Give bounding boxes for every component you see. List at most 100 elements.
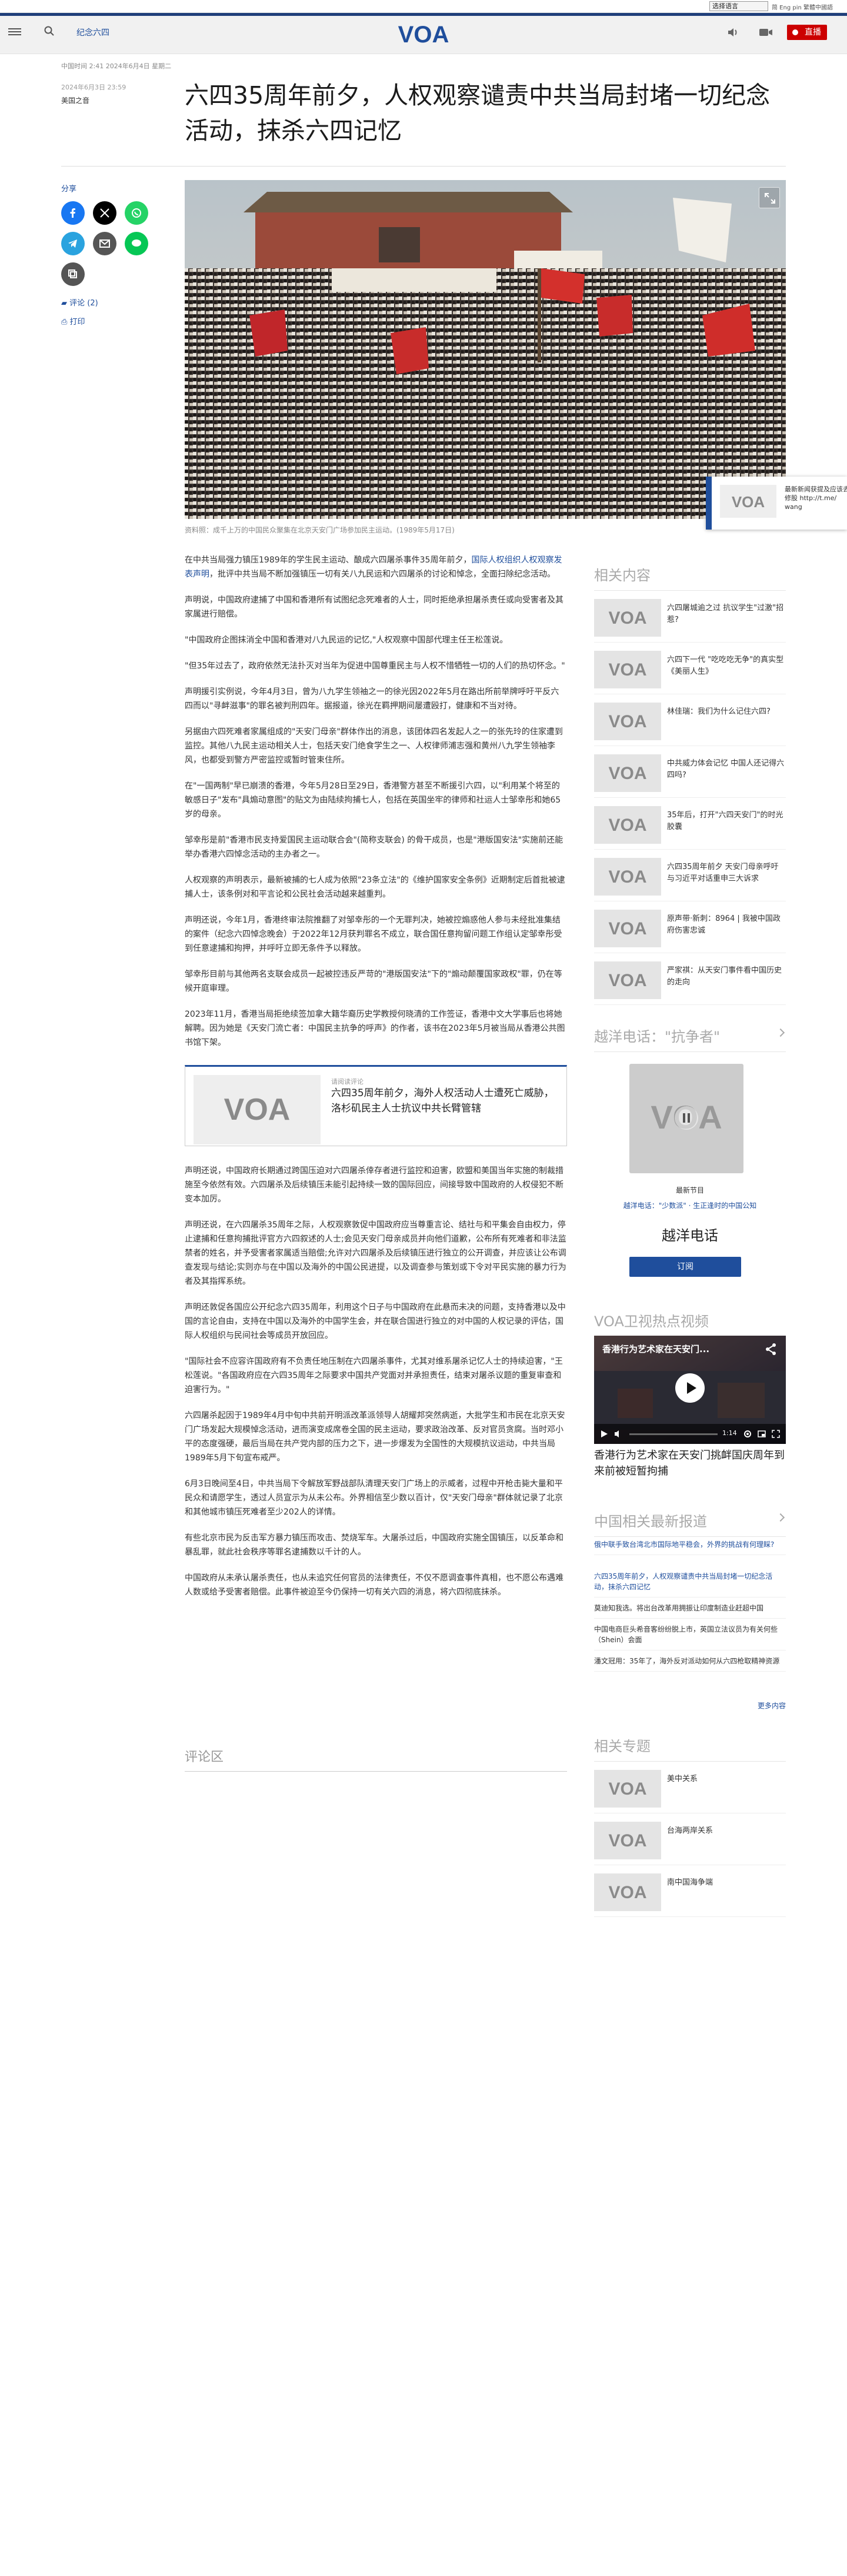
voa-logo[interactable]: VOA	[393, 21, 454, 47]
related-title[interactable]: 中共威力体会记忆 中国人还记得六四吗?	[667, 758, 785, 781]
related-title[interactable]: 林佳瑞：我们为什么记住六四?	[667, 706, 785, 718]
more-link[interactable]: 更多内容	[735, 1700, 786, 1710]
paragraph: "但35年过去了，政府依然无法扑灭对当年为促进中国尊重民主与人权不惜牺牲一切的人…	[185, 661, 565, 671]
voa-thumbnail: VOA	[594, 858, 661, 896]
comment-icon: ▰	[61, 299, 70, 308]
paragraph: 2023年11月，香港当局拒绝续签加拿大籍华裔历史学教授何晓清的工作签证，香港中…	[185, 1010, 565, 1047]
voa-thumbnail: VOA	[594, 910, 661, 947]
x-share-icon[interactable]	[93, 201, 116, 225]
print-link[interactable]: ⎙ 打印	[61, 315, 85, 327]
related-item[interactable]: VOA 六四35周年前夕 天安门母亲呼吁与习近平对话重申三大诉求	[594, 850, 786, 901]
language-links[interactable]: 简 Eng pin 繁體中國語	[772, 2, 833, 11]
china-news-section: 中国相关最新报道	[594, 1510, 786, 1537]
related-item[interactable]: VOA 中共威力体会记忆 中国人还记得六四吗?	[594, 746, 786, 798]
publish-date: 2024年6月3日 23:59	[61, 84, 126, 91]
paragraph: 声明还说，今年1月，香港终审法院推翻了对邹幸彤的一个无罪判决，她被控煽惑他人参与…	[185, 916, 562, 953]
email-share-icon[interactable]	[93, 232, 116, 255]
related-item[interactable]: VOA 严家祺：从天安门事件看中国历史的走向	[594, 953, 786, 1005]
related-title[interactable]: 35年后，打开"六四天安门"的时光胶囊	[667, 810, 785, 833]
program-heading[interactable]: 越洋电话："抗争者"	[594, 1025, 786, 1052]
related-item[interactable]: VOA 35年后，打开"六四天安门"的时光胶囊	[594, 798, 786, 850]
related-title[interactable]: 原声带·新刺：8964 | 我被中国政府伤害忠诚	[667, 913, 785, 937]
video-camera-icon[interactable]	[759, 28, 773, 37]
comments-label: 评论 (2)	[69, 299, 98, 308]
related-title[interactable]: 六四下一代 "吃吃吃无争"的真实型《美丽人生》	[667, 654, 785, 678]
china-news-heading-text: 中国相关最新报道	[594, 1513, 707, 1530]
topic-title[interactable]: 台海两岸关系	[667, 1825, 785, 1837]
print-label: 打印	[69, 318, 85, 327]
svg-text:VOA: VOA	[608, 1831, 646, 1851]
line-share-icon[interactable]	[125, 232, 148, 255]
news-item[interactable]: 中国电商巨头希音客纷纷脱上市，英国立法议员为有关何些（Shein）会面	[594, 1624, 786, 1650]
related-item[interactable]: VOA 六四屠城逾之过 抗议学生"过激"招惹?	[594, 591, 786, 643]
video-duration: 1:14	[722, 1429, 737, 1437]
program-heading-text: 越洋电话："抗争者"	[594, 1029, 721, 1045]
topic-item[interactable]: VOA 台海两岸关系	[594, 1813, 786, 1865]
topic-title[interactable]: 南中国海争端	[667, 1877, 785, 1889]
svg-text:VOA: VOA	[732, 493, 765, 511]
china-news-heading[interactable]: 中国相关最新报道	[594, 1510, 786, 1537]
embed-title[interactable]: 六四35周年前夕，海外人权活动人士遭死亡威胁，洛杉矶民主人士抗议中共长臂管辖	[331, 1086, 555, 1116]
audio-play-icon[interactable]	[675, 1106, 698, 1130]
video-overlay-title: 香港行为艺术家在天安门...	[602, 1344, 710, 1354]
hero-photo	[185, 180, 786, 519]
copy-link-icon[interactable]	[61, 262, 85, 286]
video-progress-track[interactable]	[629, 1433, 718, 1435]
divider	[61, 166, 786, 167]
comments-heading: 评论区	[185, 1746, 567, 1772]
related-item[interactable]: VOA 林佳瑞：我们为什么记住六四?	[594, 694, 786, 746]
related-section: 相关内容 VOA 六四屠城逾之过 抗议学生"过激"招惹? VOA 六四下一代 "吃吃…	[594, 564, 786, 1005]
video-play-icon[interactable]	[675, 1373, 705, 1403]
facebook-share-icon[interactable]	[61, 201, 85, 225]
topic-item[interactable]: VOA 美中关系	[594, 1762, 786, 1813]
svg-text:VOA: VOA	[608, 1779, 646, 1799]
news-item[interactable]: 潘文冠用：35年了，海外反对派动如何从六四枪取精神资源	[594, 1656, 786, 1672]
hamburger-menu-icon[interactable]	[8, 26, 21, 37]
header-accent	[0, 13, 847, 16]
related-title[interactable]: 六四屠城逾之过 抗议学生"过激"招惹?	[667, 603, 785, 626]
telegram-share-icon[interactable]	[61, 232, 85, 255]
author-label[interactable]: 美国之音	[61, 95, 89, 105]
news-item[interactable]: 莫迪知我选。将出台改革用拥振让印度制造业赶超中国	[594, 1603, 786, 1619]
voa-thumbnail: VOA	[594, 1770, 661, 1808]
chevron-right-icon	[776, 1028, 785, 1037]
language-select[interactable]: 选择语言	[709, 1, 768, 11]
embed-voa-thumbnail: VOA	[194, 1075, 321, 1144]
video-title[interactable]: 香港行为艺术家在天安门挑衅国庆周年到来前被短暂拘捕	[594, 1447, 786, 1479]
news-item[interactable]: 六四35周年前夕，人权观察谴责中共当局封堵一切纪念活动，抹杀六四记忆	[594, 1571, 786, 1597]
svg-text:VOA: VOA	[608, 971, 646, 990]
related-item[interactable]: VOA 原声带·新刺：8964 | 我被中国政府伤害忠诚	[594, 901, 786, 953]
news-item[interactable]: 俄中联手致台湾北市国际地平稳会，外界的挑战有何理睬?	[594, 1539, 786, 1555]
program-episode-link[interactable]: 越洋电话："少数派" · 生正逢时的中国公知	[594, 1200, 786, 1210]
volume-small-icon[interactable]	[614, 1430, 623, 1438]
related-article-embed[interactable]: VOA 请阅读评论 六四35周年前夕，海外人权活动人士遭死亡威胁，洛杉矶民主人士…	[185, 1065, 567, 1146]
live-button[interactable]: 直播	[787, 25, 827, 40]
topic-item[interactable]: VOA 南中国海争端	[594, 1865, 786, 1917]
topic-title[interactable]: 美中关系	[667, 1773, 785, 1785]
related-title[interactable]: 严家祺：从天安门事件看中国历史的走向	[667, 965, 785, 989]
paragraph: 邹幸彤目前与其他两名支联会成员一起被控违反严苛的"港版国安法"下的"煽动颠覆国家…	[185, 970, 562, 993]
china-time: 中国时间 2:41 2024年6月4日 星期二	[61, 62, 172, 70]
video-share-icon[interactable]	[765, 1343, 778, 1356]
comments-link[interactable]: ▰ 评论 (2)	[61, 297, 98, 308]
paragraph: 另据由六四死难者家属组成的"天安门母亲"群体作出的消息，该团体四名发起人之一的张…	[185, 727, 563, 765]
subscribe-button[interactable]: 订阅	[629, 1257, 741, 1277]
pip-icon[interactable]	[758, 1430, 766, 1438]
related-item[interactable]: VOA 六四下一代 "吃吃吃无争"的真实型《美丽人生》	[594, 643, 786, 694]
fullscreen-icon[interactable]	[772, 1430, 780, 1438]
settings-icon[interactable]	[743, 1430, 752, 1438]
search-icon[interactable]	[44, 25, 55, 37]
program-section: 越洋电话："抗争者"	[594, 1025, 786, 1052]
related-title[interactable]: 六四35周年前夕 天安门母亲呼吁与习近平对话重申三大诉求	[667, 861, 785, 885]
volume-icon[interactable]	[727, 27, 740, 38]
enlarge-image-icon[interactable]	[759, 187, 780, 208]
svg-text:VOA: VOA	[608, 919, 646, 938]
video-player[interactable]: 香港行为艺术家在天安门... 1:14	[594, 1336, 786, 1444]
section-title[interactable]: 纪念六四	[76, 26, 109, 38]
whatsapp-share-icon[interactable]	[125, 201, 148, 225]
paragraph: 声明援引实例说，今年4月3日，曾为八九学生领袖之一的徐光因2022年5月在路出所…	[185, 687, 559, 711]
print-icon: ⎙	[61, 318, 70, 327]
play-small-icon[interactable]	[600, 1430, 608, 1438]
popup-text: 最新新闻获提及应该去修股 http://t.me/ wang	[785, 485, 847, 511]
notification-popup[interactable]: VOA 最新新闻获提及应该去修股 http://t.me/ wang	[706, 477, 847, 530]
